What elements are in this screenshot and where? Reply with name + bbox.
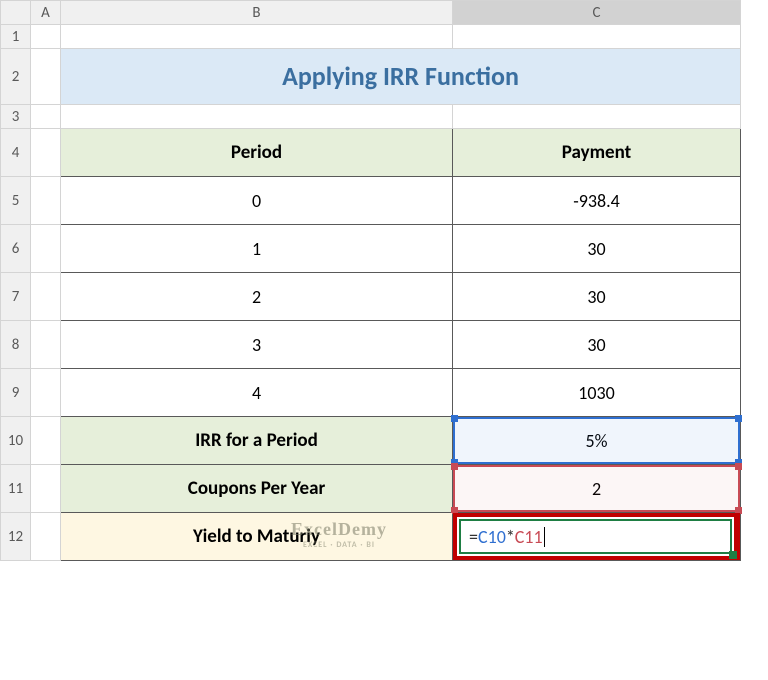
cell-a8[interactable]	[31, 321, 61, 369]
col-header-a[interactable]: A	[31, 1, 61, 25]
cell-a7[interactable]	[31, 273, 61, 321]
cell-a1[interactable]	[31, 25, 61, 49]
cell-payment-1[interactable]: 30	[453, 225, 741, 273]
label-ytm-text: Yield to Maturiy	[193, 525, 320, 548]
select-all-corner[interactable]	[1, 1, 31, 25]
cell-period-3[interactable]: 3	[61, 321, 453, 369]
formula-ref-c10: C10	[478, 514, 506, 560]
row-header-11[interactable]: 11	[1, 465, 31, 513]
value-irr[interactable]: 5%	[453, 417, 741, 465]
cell-payment-3[interactable]: 30	[453, 321, 741, 369]
cell-a3[interactable]	[31, 105, 61, 129]
row-header-1[interactable]: 1	[1, 25, 31, 49]
cell-c1[interactable]	[453, 25, 741, 49]
row-header-12[interactable]: 12	[1, 513, 31, 561]
formula-ref-c11: C11	[515, 514, 543, 560]
row-header-4[interactable]: 4	[1, 129, 31, 177]
cell-period-0[interactable]: 0	[61, 177, 453, 225]
cell-period-1[interactable]: 1	[61, 225, 453, 273]
cell-a5[interactable]	[31, 177, 61, 225]
label-irr[interactable]: IRR for a Period	[61, 417, 453, 465]
row-header-7[interactable]: 7	[1, 273, 31, 321]
cell-payment-2[interactable]: 30	[453, 273, 741, 321]
col-header-b[interactable]: B	[61, 1, 453, 25]
cell-period-2[interactable]: 2	[61, 273, 453, 321]
spreadsheet-grid[interactable]: A B C 1 2 Applying IRR Function 3 4 Peri…	[0, 0, 741, 561]
col-header-c[interactable]: C	[453, 1, 741, 25]
cell-a11[interactable]	[31, 465, 61, 513]
value-irr-text: 5%	[586, 430, 608, 452]
row-header-5[interactable]: 5	[1, 177, 31, 225]
formula-equals: =	[469, 514, 478, 560]
cell-a9[interactable]	[31, 369, 61, 417]
label-ytm[interactable]: Yield to Maturiy ExcelDemy EXCEL · DATA …	[61, 513, 453, 561]
cell-a2[interactable]	[31, 49, 61, 105]
cell-b1[interactable]	[61, 25, 453, 49]
cell-payment-0[interactable]: -938.4	[453, 177, 741, 225]
formula-cell-c12[interactable]: =C10*C11	[453, 513, 741, 561]
fill-handle[interactable]	[729, 551, 737, 559]
row-header-3[interactable]: 3	[1, 105, 31, 129]
row-header-9[interactable]: 9	[1, 369, 31, 417]
header-period[interactable]: Period	[61, 129, 453, 177]
text-caret	[544, 527, 545, 547]
cell-a6[interactable]	[31, 225, 61, 273]
title-cell[interactable]: Applying IRR Function	[61, 49, 741, 105]
value-coupons-text: 2	[592, 478, 601, 500]
formula-editor[interactable]: =C10*C11	[459, 519, 732, 554]
value-coupons[interactable]: 2	[453, 465, 741, 513]
cell-period-4[interactable]: 4	[61, 369, 453, 417]
cell-a10[interactable]	[31, 417, 61, 465]
label-coupons[interactable]: Coupons Per Year	[61, 465, 453, 513]
row-header-6[interactable]: 6	[1, 225, 31, 273]
cell-c3[interactable]	[453, 105, 741, 129]
cell-payment-4[interactable]: 1030	[453, 369, 741, 417]
cell-a12[interactable]	[31, 513, 61, 561]
row-header-10[interactable]: 10	[1, 417, 31, 465]
cell-a4[interactable]	[31, 129, 61, 177]
header-payment[interactable]: Payment	[453, 129, 741, 177]
formula-operator: *	[506, 514, 515, 560]
row-header-8[interactable]: 8	[1, 321, 31, 369]
cell-b3[interactable]	[61, 105, 453, 129]
row-header-2[interactable]: 2	[1, 49, 31, 105]
edit-highlight-border: =C10*C11	[453, 513, 740, 560]
